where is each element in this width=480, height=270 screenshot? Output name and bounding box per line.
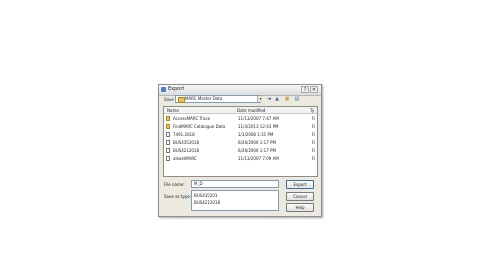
file-date: 1/1/2008 1:31 PM bbox=[238, 132, 274, 137]
file-type: Fi bbox=[312, 124, 316, 129]
file-type: Fi bbox=[312, 116, 316, 121]
document-icon bbox=[166, 156, 170, 161]
file-name: BUS4212018 bbox=[173, 148, 200, 153]
column-type[interactable]: Ty bbox=[310, 108, 314, 113]
back-icon[interactable]: ◄ bbox=[266, 96, 272, 102]
views-icon[interactable]: ▤ bbox=[294, 96, 300, 102]
file-row[interactable]: aleastMARC 11/13/2007 7:09 AM Fi bbox=[166, 155, 316, 162]
file-name: AccessMARC Trace bbox=[173, 116, 211, 121]
file-date: 6/26/2006 1:17 PM bbox=[238, 140, 276, 145]
file-row[interactable]: BUS4352018 6/26/2006 1:17 PM Fi bbox=[166, 139, 316, 146]
save-in-value: MARC Master Data bbox=[185, 96, 223, 101]
file-name: BUS4352018 bbox=[173, 140, 200, 145]
folder-icon bbox=[166, 124, 170, 129]
file-date: 11/13/2007 7:47 AM bbox=[238, 116, 279, 121]
file-name: 7491.2018 bbox=[173, 132, 195, 137]
folder-icon bbox=[178, 97, 185, 103]
help-icon[interactable]: ? bbox=[301, 86, 309, 93]
dialog-title: Export bbox=[168, 86, 185, 92]
save-in-dropdown[interactable]: MARC Master Data bbox=[175, 95, 261, 103]
document-icon bbox=[166, 132, 170, 137]
file-date: 11/3/2013 12:43 PM bbox=[238, 124, 279, 129]
new-folder-icon[interactable]: ▣ bbox=[284, 96, 290, 102]
up-folder-icon[interactable]: ▲ bbox=[274, 96, 280, 102]
file-row[interactable]: FindMARC Catalogue Data 11/3/2013 12:43 … bbox=[166, 123, 316, 130]
save-as-type-label: Save as type: bbox=[164, 194, 192, 199]
close-icon[interactable]: ✕ bbox=[310, 86, 318, 93]
file-name: aleastMARC bbox=[173, 156, 197, 161]
file-type: Fi bbox=[312, 132, 316, 137]
file-row[interactable]: BUS4212018 6/26/2006 1:17 PM Fi bbox=[166, 147, 316, 154]
file-name-input[interactable]: M_D bbox=[191, 180, 279, 188]
cancel-button[interactable]: Cancel bbox=[286, 192, 314, 201]
export-button[interactable]: Export bbox=[286, 180, 314, 189]
file-type: Fi bbox=[312, 148, 316, 153]
file-date: 6/26/2006 1:17 PM bbox=[238, 148, 276, 153]
file-date: 11/13/2007 7:09 AM bbox=[238, 156, 279, 161]
document-icon bbox=[166, 148, 170, 153]
column-name[interactable]: Name bbox=[167, 108, 179, 113]
chevron-down-icon[interactable]: ▾ bbox=[257, 96, 263, 102]
file-type: Fi bbox=[312, 140, 316, 145]
folder-icon bbox=[166, 116, 170, 121]
file-row[interactable]: AccessMARC Trace 11/13/2007 7:47 AM Fi bbox=[166, 115, 316, 122]
file-name-label: File name: bbox=[164, 182, 185, 187]
column-date[interactable]: Date modified bbox=[237, 108, 265, 113]
save-as-type-option[interactable]: BUS435201 bbox=[194, 193, 217, 198]
help-button[interactable]: Help bbox=[286, 203, 314, 212]
file-type: Fi bbox=[312, 156, 316, 161]
file-name: FindMARC Catalogue Data bbox=[173, 124, 226, 129]
app-icon bbox=[161, 87, 166, 92]
save-as-type-option[interactable]: BUS4212018 bbox=[194, 200, 220, 205]
file-row[interactable]: 7491.2018 1/1/2008 1:31 PM Fi bbox=[166, 131, 316, 138]
save-as-type-list[interactable]: BUS435201 BUS4212018 bbox=[191, 190, 279, 211]
document-icon bbox=[166, 140, 170, 145]
file-list-header: Name Date modified Ty bbox=[164, 107, 317, 114]
